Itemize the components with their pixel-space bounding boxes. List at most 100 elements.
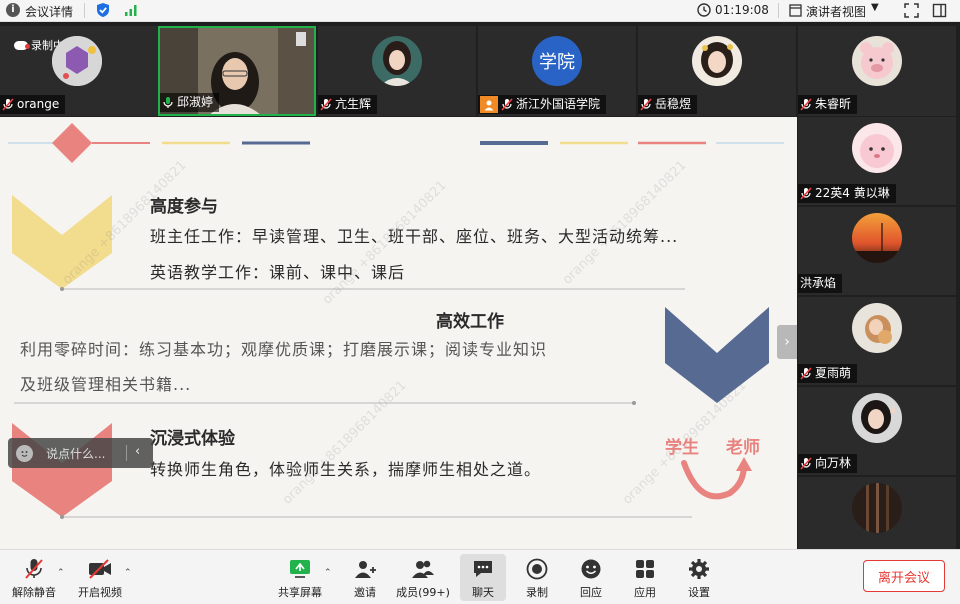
top-bar: i 会议详情 01:19:08 演讲者视图 ▼ xyxy=(0,0,960,22)
share-screen-button[interactable]: 共享屏幕 xyxy=(274,550,326,604)
chevron-right-icon: › xyxy=(784,334,790,350)
record-button[interactable]: 录制 xyxy=(516,550,558,604)
participant-name: 亢生辉 xyxy=(335,97,372,111)
next-slide-button[interactable]: › xyxy=(777,325,797,359)
chat-icon xyxy=(469,556,497,582)
participant-tile[interactable]: 亢生辉 xyxy=(318,26,476,116)
participant-tile[interactable]: 夏雨萌 xyxy=(798,297,956,385)
pip-window-icon[interactable] xyxy=(932,3,947,21)
section-text: 利用零碎时间：练习基本功；观摩优质课；打磨展示课；阅读专业知识 xyxy=(20,340,548,359)
invite-button[interactable]: 邀请 xyxy=(344,550,386,604)
chat-input-placeholder[interactable]: 说点什么... xyxy=(46,445,105,462)
participant-name: 岳稳煜 xyxy=(655,97,692,111)
participant-name: 浙江外国语学院 xyxy=(516,97,601,111)
security-shield-icon[interactable] xyxy=(96,2,110,21)
mic-muted-icon xyxy=(800,367,812,380)
participant-tile[interactable]: 22英4 黄以琳 xyxy=(798,117,956,205)
mic-muted-icon xyxy=(640,98,652,111)
participant-tile[interactable]: 洪承焰 xyxy=(798,207,956,295)
unmute-button[interactable]: 解除静音 xyxy=(8,550,60,604)
section-heading: 高效工作 xyxy=(436,312,504,332)
mic-muted-icon xyxy=(501,98,513,111)
chevron-down-icon[interactable]: ▼ xyxy=(871,2,879,13)
participant-name: 朱睿昕 xyxy=(815,97,852,111)
avatar: 学院 xyxy=(532,36,582,86)
mic-muted-icon xyxy=(320,98,332,111)
meeting-info-link[interactable]: 会议详情 xyxy=(25,3,73,20)
mic-muted-icon xyxy=(20,556,48,582)
participant-tile[interactable]: 岳稳煜 xyxy=(638,26,796,116)
meeting-toolbar: 解除静音 ⌃ 开启视频 ⌃ 共享屏幕 ⌃ 邀请 成员(99+) 聊天 录制 回应… xyxy=(0,549,960,604)
participant-nameplate: 22英4 黄以琳 xyxy=(798,184,896,203)
reactions-button[interactable]: 回应 xyxy=(570,550,612,604)
video-options-chevron-icon[interactable]: ⌃ xyxy=(124,568,132,578)
participant-nameplate: 岳稳煜 xyxy=(638,95,698,114)
fullscreen-icon[interactable] xyxy=(904,3,919,21)
avatar xyxy=(852,483,902,533)
gear-icon xyxy=(685,556,713,582)
participant-tile[interactable]: 向万林 xyxy=(798,387,956,475)
participant-nameplate: 向万林 xyxy=(798,454,858,473)
members-icon xyxy=(409,556,437,582)
clock-icon xyxy=(697,3,711,20)
section-text: 英语教学工作：课前、课中、课后 xyxy=(150,263,406,282)
section-text: 及班级管理相关书籍... xyxy=(20,375,192,394)
divider xyxy=(84,3,85,18)
participant-nameplate: 邱淑婷 xyxy=(160,93,220,112)
shared-slide: orange +8618968140821 orange +8618968140… xyxy=(0,117,797,549)
start-video-button[interactable]: 开启视频 xyxy=(72,550,128,604)
view-mode-dropdown[interactable]: 演讲者视图 xyxy=(806,3,866,20)
participant-tile[interactable]: 录制中 orange xyxy=(0,26,158,116)
meeting-timer: 01:19:08 xyxy=(715,3,769,17)
info-icon[interactable]: i xyxy=(6,3,20,17)
avatar xyxy=(852,123,902,173)
avatar xyxy=(852,303,902,353)
section-text: 转换师生角色，体验师生关系，揣摩师生相处之道。 xyxy=(150,460,542,479)
divider xyxy=(126,445,127,461)
unmute-options-chevron-icon[interactable]: ⌃ xyxy=(57,568,65,578)
participant-tile[interactable] xyxy=(798,477,956,549)
user-icon xyxy=(480,96,498,113)
view-mode-icon[interactable] xyxy=(789,4,802,20)
mic-active-icon xyxy=(163,97,173,108)
participant-name: 邱淑婷 xyxy=(177,95,214,109)
avatar xyxy=(692,36,742,86)
participant-name: 向万林 xyxy=(815,456,852,470)
cloud-record-icon xyxy=(14,40,30,50)
mic-muted-icon xyxy=(800,457,812,470)
mic-muted-icon xyxy=(800,187,812,200)
members-button[interactable]: 成员(99+) xyxy=(394,550,452,604)
section-text: 班主任工作：早读管理、卫生、班干部、座位、班务、大型活动统筹... xyxy=(150,227,679,246)
reaction-icon xyxy=(577,556,605,582)
participant-tile[interactable]: 朱睿昕 xyxy=(798,26,956,116)
share-options-chevron-icon[interactable]: ⌃ xyxy=(324,568,332,578)
participant-nameplate: 洪承焰 xyxy=(798,274,843,293)
emoji-icon[interactable] xyxy=(16,444,33,462)
apps-grid-icon xyxy=(631,556,659,582)
participant-nameplate: 夏雨萌 xyxy=(798,364,858,383)
participant-name: 洪承焰 xyxy=(800,276,837,290)
leave-meeting-button[interactable]: 离开会议 xyxy=(863,560,945,592)
avatar xyxy=(372,36,422,86)
record-icon xyxy=(523,556,551,582)
collapse-chevron-icon[interactable]: ‹ xyxy=(135,444,140,459)
share-screen-icon xyxy=(286,556,314,582)
add-user-icon xyxy=(351,556,379,582)
section-heading: 高度参与 xyxy=(150,197,218,217)
chat-input-bar[interactable]: 说点什么... ‹ xyxy=(8,438,153,468)
participant-name: 夏雨萌 xyxy=(815,366,852,380)
avatar xyxy=(852,213,902,263)
participant-name: orange xyxy=(17,97,60,111)
participant-tile-active-speaker[interactable]: 邱淑婷 xyxy=(158,26,316,116)
participant-nameplate: 朱睿昕 xyxy=(798,95,858,114)
mic-muted-icon xyxy=(800,98,812,111)
participant-tile[interactable]: 学院 浙江外国语学院 xyxy=(478,26,636,116)
apps-button[interactable]: 应用 xyxy=(624,550,666,604)
divider xyxy=(778,3,779,18)
slide-decoration xyxy=(8,123,784,519)
signal-icon[interactable] xyxy=(124,3,138,20)
settings-button[interactable]: 设置 xyxy=(678,550,720,604)
avatar xyxy=(852,36,902,86)
chat-button[interactable]: 聊天 xyxy=(460,554,506,601)
avatar xyxy=(52,36,102,86)
